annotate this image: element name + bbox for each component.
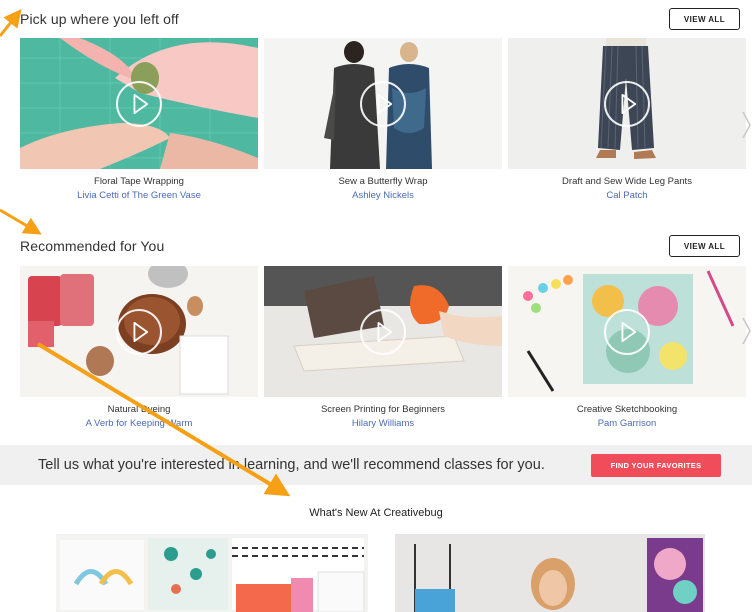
class-card[interactable]: Natural Dyeing A Verb for Keeping Warm <box>20 266 258 429</box>
view-all-button[interactable]: VIEW ALL <box>668 8 740 30</box>
play-icon[interactable] <box>604 80 650 127</box>
card-row-continue: Floral Tape Wrapping Livia Cetti of The … <box>20 38 746 201</box>
class-title[interactable]: Sew a Butterfly Wrap <box>264 176 502 187</box>
section-title: Pick up where you left off <box>20 11 179 27</box>
play-icon[interactable] <box>604 308 650 355</box>
class-author-link[interactable]: Ashley Nickels <box>264 190 502 201</box>
class-title[interactable]: Natural Dyeing <box>20 404 258 415</box>
class-thumbnail[interactable] <box>20 266 258 397</box>
class-title[interactable]: Floral Tape Wrapping <box>20 176 258 187</box>
promo-thumbnail[interactable] <box>56 534 368 612</box>
class-title[interactable]: Creative Sketchbooking <box>508 404 746 415</box>
class-thumbnail[interactable] <box>508 266 746 397</box>
class-thumbnail[interactable] <box>20 38 258 169</box>
chevron-right-icon[interactable] <box>742 316 752 346</box>
play-icon[interactable] <box>116 308 162 355</box>
play-icon[interactable] <box>360 308 406 355</box>
class-card[interactable]: Screen Printing for Beginners Hilary Wil… <box>264 266 502 429</box>
class-card[interactable]: Draft and Sew Wide Leg Pants Cal Patch <box>508 38 746 201</box>
class-thumbnail[interactable] <box>264 266 502 397</box>
class-card[interactable]: Sew a Butterfly Wrap Ashley Nickels <box>264 38 502 201</box>
section-header-continue: Pick up where you left off VIEW ALL <box>20 6 740 32</box>
play-icon[interactable] <box>116 80 162 127</box>
class-title[interactable]: Draft and Sew Wide Leg Pants <box>508 176 746 187</box>
class-thumbnail[interactable] <box>508 38 746 169</box>
class-author-link[interactable]: Cal Patch <box>508 190 746 201</box>
class-thumbnail[interactable] <box>264 38 502 169</box>
class-author-link[interactable]: Hilary Williams <box>264 418 502 429</box>
whats-new-heading: What's New At Creativebug <box>309 507 443 519</box>
promo-thumbnail[interactable] <box>395 534 705 612</box>
find-favorites-button[interactable]: FIND YOUR FAVORITES <box>591 454 721 477</box>
class-card[interactable]: Floral Tape Wrapping Livia Cetti of The … <box>20 38 258 201</box>
chevron-right-icon[interactable] <box>742 110 752 140</box>
class-author-link[interactable]: Livia Cetti of The Green Vase <box>20 190 258 201</box>
banner-text: Tell us what you're interested in learni… <box>38 457 545 473</box>
class-card[interactable]: Creative Sketchbooking Pam Garrison <box>508 266 746 429</box>
card-row-recommended: Natural Dyeing A Verb for Keeping Warm S… <box>20 266 746 429</box>
play-icon[interactable] <box>360 80 406 127</box>
section-header-recommended: Recommended for You VIEW ALL <box>20 233 740 259</box>
section-title: Recommended for You <box>20 238 165 254</box>
class-author-link[interactable]: A Verb for Keeping Warm <box>20 418 258 429</box>
view-all-button[interactable]: VIEW ALL <box>668 235 740 257</box>
class-author-link[interactable]: Pam Garrison <box>508 418 746 429</box>
class-title[interactable]: Screen Printing for Beginners <box>264 404 502 415</box>
recommendation-banner: Tell us what you're interested in learni… <box>0 445 752 485</box>
